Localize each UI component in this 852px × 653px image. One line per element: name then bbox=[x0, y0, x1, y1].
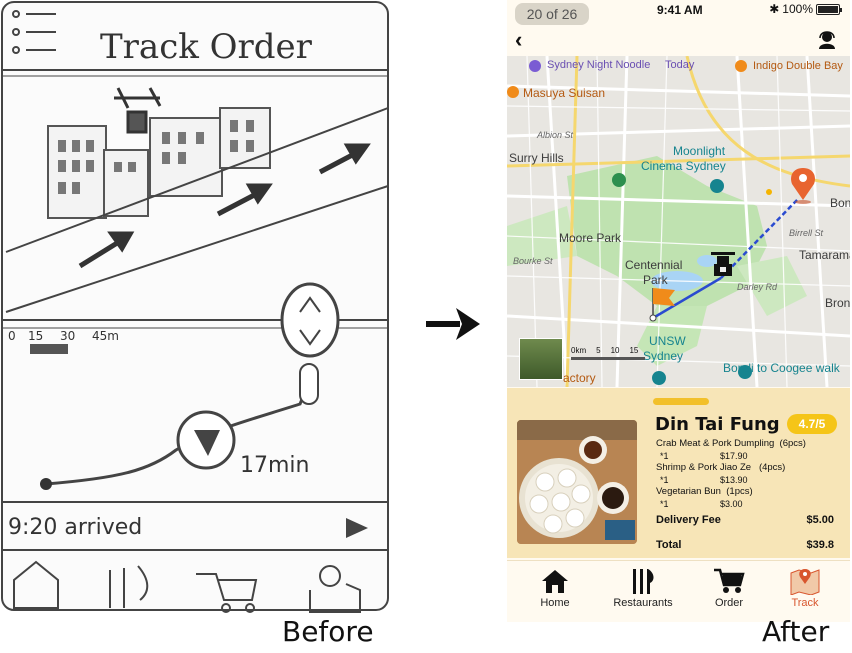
status-time: 9:41 AM bbox=[657, 3, 703, 17]
sketch-panel: Track Order 0 15 30 45m 17min 9:20 arriv… bbox=[0, 0, 392, 615]
total-row: Total $39.8 bbox=[656, 539, 834, 551]
order-card: Din Tai Fung 4.7/5 Crab Meat & Pork Dump… bbox=[507, 388, 850, 558]
map-label: Bon bbox=[830, 196, 850, 210]
scale-label: 5 bbox=[596, 346, 601, 355]
tab-label: Track bbox=[791, 597, 819, 609]
item-qty: *1 bbox=[660, 451, 669, 461]
map-label: Centennial bbox=[625, 258, 683, 272]
before-caption: Before bbox=[282, 615, 374, 648]
map-pin-icon bbox=[790, 569, 820, 595]
map-label: Sydney bbox=[643, 349, 684, 363]
map-label: Cinema Sydney bbox=[641, 159, 726, 173]
status-bar: 20 of 26 9:41 AM ✱ 100% bbox=[507, 0, 850, 25]
sketch-eta: 17min bbox=[240, 453, 309, 478]
nav-row: ‹ bbox=[507, 28, 850, 56]
phone-screen: 20 of 26 9:41 AM ✱ 100% ‹ Sydney Night N… bbox=[507, 0, 850, 622]
item-name: Shrimp & Pork Jiao Ze (4pcs) bbox=[656, 462, 786, 473]
map-label: Moonlight bbox=[673, 144, 726, 158]
map-label: Indigo Double Bay bbox=[753, 60, 843, 72]
status-right: ✱ 100% bbox=[769, 2, 842, 16]
item-name: Vegetarian Bun (1pcs) bbox=[656, 486, 753, 497]
map-view[interactable]: Sydney Night Noodle Today Indigo Double … bbox=[507, 56, 850, 387]
item-price: $3.00 bbox=[720, 499, 743, 509]
map-label: Surry Hills bbox=[509, 151, 564, 165]
drag-handle[interactable] bbox=[653, 398, 709, 405]
cart-icon bbox=[714, 568, 745, 593]
scale-label: 10 bbox=[610, 346, 620, 355]
tab-track[interactable]: Track bbox=[765, 567, 845, 619]
headset-icon[interactable] bbox=[816, 28, 838, 50]
tab-label: Home bbox=[540, 597, 570, 609]
tab-label: Restaurants bbox=[613, 597, 673, 609]
house-icon bbox=[542, 570, 568, 593]
map-label: Masuya Suisan bbox=[523, 86, 606, 100]
item-qty: *1 bbox=[660, 475, 669, 485]
sketch-drawing: Track Order 0 15 30 45m 17min 9:20 arriv… bbox=[1, 1, 389, 613]
item-name: Crab Meat & Pork Dumpling (6pcs) bbox=[656, 438, 806, 449]
tab-restaurants[interactable]: Restaurants bbox=[603, 567, 683, 619]
tab-label: Order bbox=[714, 597, 744, 609]
sketch-title: Track Order bbox=[100, 27, 313, 67]
page-counter: 20 of 26 bbox=[515, 3, 589, 25]
tab-home[interactable]: Home bbox=[515, 567, 595, 619]
battery-icon bbox=[816, 3, 842, 15]
map-label: Birrell St bbox=[789, 228, 824, 238]
map-label: Park bbox=[643, 273, 668, 287]
battery-percent: 100% bbox=[782, 2, 813, 16]
map-label: Today bbox=[665, 59, 695, 71]
tab-bar: Home Restaurants Order Track bbox=[507, 560, 850, 622]
order-items: Crab Meat & Pork Dumpling (6pcs) *1 $17.9… bbox=[656, 438, 836, 510]
delivery-fee-label: Delivery Fee bbox=[656, 514, 721, 526]
map-label: actory bbox=[563, 371, 596, 385]
sketch-scale-label: 15 bbox=[28, 329, 43, 343]
right-arrow-icon bbox=[426, 308, 480, 340]
map-label: UNSW bbox=[649, 334, 686, 348]
map-label: Bondi to Coogee walk bbox=[723, 361, 840, 375]
chevron-left-icon[interactable]: ‹ bbox=[515, 28, 535, 54]
scale-label: 0km bbox=[571, 346, 587, 355]
sketch-scale-label: 30 bbox=[60, 329, 75, 343]
rating-badge: 4.7/5 bbox=[787, 414, 837, 434]
map-scale: 0km 5 10 15 bbox=[571, 346, 645, 360]
map-label: Sydney Night Noodle bbox=[547, 59, 651, 71]
delivery-fee-value: $5.00 bbox=[806, 514, 834, 526]
item-price: $17.90 bbox=[720, 451, 748, 461]
order-item: Shrimp & Pork Jiao Ze (4pcs) *1 $13.90 bbox=[656, 462, 836, 486]
map-label: Bourke St bbox=[513, 256, 553, 266]
delivery-fee-row: Delivery Fee $5.00 bbox=[656, 514, 834, 526]
bluetooth-icon: ✱ bbox=[769, 2, 780, 16]
item-qty: *1 bbox=[660, 499, 669, 509]
map-label: Bron bbox=[825, 296, 850, 310]
sketch-arrival: 9:20 arrived bbox=[8, 515, 142, 540]
fork-knife-icon bbox=[633, 569, 654, 594]
battery-level bbox=[818, 5, 838, 13]
order-item: Vegetarian Bun (1pcs) *1 $3.00 bbox=[656, 486, 836, 510]
item-price: $13.90 bbox=[720, 475, 748, 485]
map-label: Moore Park bbox=[559, 231, 622, 245]
scale-label: 15 bbox=[629, 346, 639, 355]
food-photo bbox=[517, 420, 637, 544]
map-label: Albion St bbox=[537, 130, 574, 140]
restaurant-name: Din Tai Fung bbox=[655, 414, 780, 435]
sketch-scale-label: 0 bbox=[8, 329, 16, 343]
map-label: Darley Rd bbox=[737, 282, 778, 292]
map-label: Tamarama bbox=[799, 248, 850, 262]
tab-order[interactable]: Order bbox=[689, 567, 769, 619]
total-label: Total bbox=[656, 539, 682, 551]
street-view-thumbnail[interactable] bbox=[519, 338, 563, 380]
after-caption: After bbox=[762, 615, 830, 648]
order-item: Crab Meat & Pork Dumpling (6pcs) *1 $17.9… bbox=[656, 438, 836, 462]
total-value: $39.8 bbox=[806, 539, 834, 551]
sketch-scale-label: 45m bbox=[92, 329, 119, 343]
